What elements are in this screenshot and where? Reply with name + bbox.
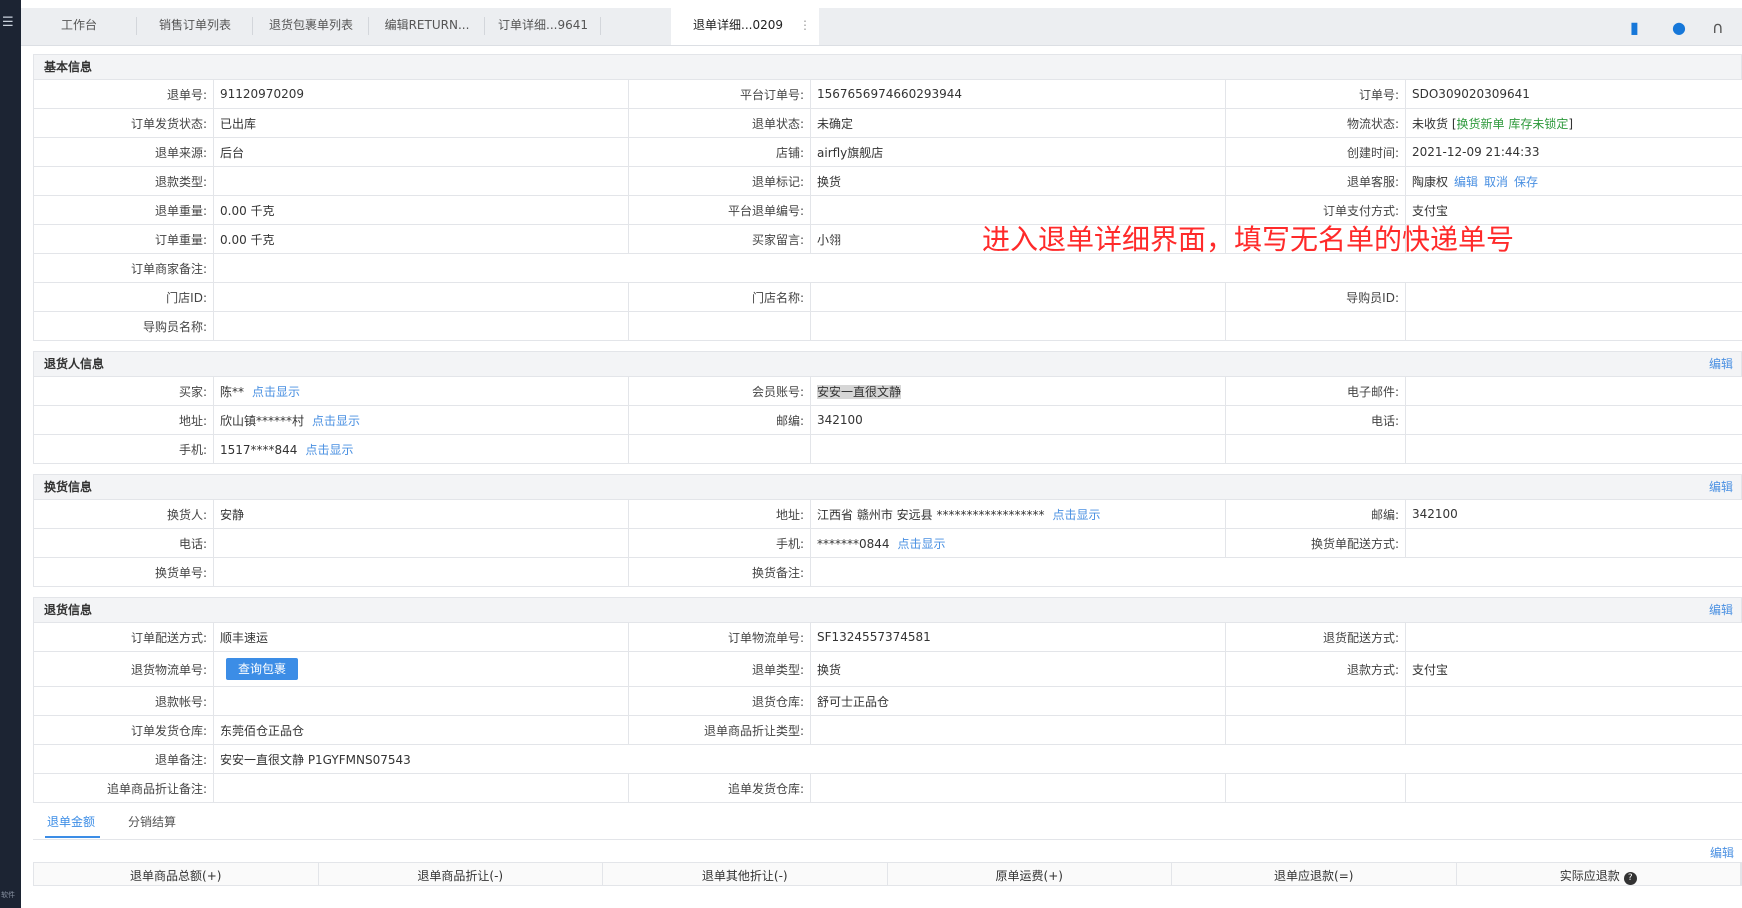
logistics-badge: 换货新单 库存未锁定 (1456, 116, 1569, 131)
sub-tabs: 退单金额 分销结算 (33, 803, 1742, 840)
query-package-button[interactable]: 查询包裹 (226, 658, 299, 680)
section-exchange-info: 换货信息 编辑 (33, 474, 1742, 499)
exchange-mobile-show-link[interactable]: 点击显示 (898, 537, 946, 551)
section-return-info: 退货信息 编辑 (33, 597, 1742, 622)
table-row: 门店ID: 门店名称: 导购员ID: (33, 282, 1742, 312)
returner-info-table: 买家: 陈** 点击显示 会员账号: 安安一直很文静 电子邮件: 地址: 欣山镇*… (33, 376, 1742, 464)
tab-bar: 工作台 销售订单列表 退货包裹单列表 编辑RETURN... 订单详细...96… (21, 8, 1742, 46)
basic-info-table: 退单号: 91120970209 平台订单号: 156765697466029394… (33, 79, 1742, 341)
tab-more-icon[interactable]: ⋮ (799, 8, 811, 42)
help-icon[interactable]: ? (1623, 872, 1637, 885)
table-row: 换货人: 安静 地址: 江西省 赣州市 安远县 *****************… (33, 499, 1742, 529)
tab-order-detail[interactable]: 订单详细...9641 (485, 8, 601, 45)
document-icon[interactable]: ▮ (1630, 18, 1639, 37)
table-row: 电话: 手机: *******0844 点击显示 换货单配送方式: (33, 528, 1742, 558)
table-row: 订单发货状态: 已出库 退单状态: 未确定 物流状态: 未收货 [换货新单 库存未锁… (33, 108, 1742, 138)
exchange-edit-link[interactable]: 编辑 (1709, 475, 1733, 499)
table-row: 买家: 陈** 点击显示 会员账号: 安安一直很文静 电子邮件: (33, 376, 1742, 406)
table-row: 地址: 欣山镇******村 点击显示 邮编: 342100 电话: (33, 405, 1742, 435)
mobile-show-link[interactable]: 点击显示 (305, 443, 353, 457)
table-row: 退款类型: 退单标记: 换货 退单客服: 陶康权 编辑 取消 保存 (33, 166, 1742, 196)
money-edit-link[interactable]: 编辑 (1710, 844, 1734, 861)
table-row: 退款帐号: 退货仓库: 舒可士正品仓 (33, 686, 1742, 716)
tab-return-detail[interactable]: 退单详细...0209 ⋮ (671, 8, 819, 45)
service-cancel-link[interactable]: 取消 (1484, 175, 1508, 189)
headset-icon[interactable]: ∩ (1712, 18, 1724, 37)
member-account: 安安一直很文静 (817, 384, 902, 399)
exchange-info-table: 换货人: 安静 地址: 江西省 赣州市 安远县 *****************… (33, 499, 1742, 587)
return-info-table: 订单配送方式: 顺丰速运 订单物流单号: SF1324557374581 退货配送方… (33, 622, 1742, 803)
table-row: 换货单号: 换货备注: (33, 557, 1742, 587)
annotation-text: 进入退单详细界面，填写无名单的快递单号 (982, 223, 1515, 256)
tab-sales-orders[interactable]: 销售订单列表 (137, 8, 253, 45)
service-edit-link[interactable]: 编辑 (1454, 175, 1478, 189)
service-save-link[interactable]: 保存 (1514, 175, 1538, 189)
table-row: 退单号: 91120970209 平台订单号: 156765697466029394… (33, 79, 1742, 109)
menu-icon[interactable]: ☰ (2, 16, 14, 29)
return-edit-link[interactable]: 编辑 (1709, 598, 1733, 622)
table-row: 追单商品折让备注: 追单发货仓库: (33, 773, 1742, 803)
table-row: 导购员名称: (33, 311, 1742, 341)
left-sidebar: ☰ 软件 (0, 0, 21, 908)
tab-return-packages[interactable]: 退货包裹单列表 (253, 8, 369, 45)
table-row: 退单来源: 后台 店铺: airfly旗舰店 创建时间: 2021-12-09 21:… (33, 137, 1742, 167)
exchange-address-show-link[interactable]: 点击显示 (1052, 508, 1100, 522)
table-row: 退单备注: 安安一直很文静 P1GYFMNS07543 (33, 744, 1742, 774)
address-show-link[interactable]: 点击显示 (312, 414, 360, 428)
tab-workbench[interactable]: 工作台 (21, 8, 137, 45)
buyer-show-link[interactable]: 点击显示 (252, 385, 300, 399)
lightbulb-icon[interactable]: ● (1672, 18, 1686, 37)
table-row: 订单配送方式: 顺丰速运 订单物流单号: SF1324557374581 退货配送方… (33, 622, 1742, 652)
table-row: 退货物流单号: 查询包裹 退单类型: 换货 退款方式: 支付宝 (33, 651, 1742, 687)
table-row: 手机: 1517****844 点击显示 (33, 434, 1742, 464)
tab-edit-return[interactable]: 编辑RETURN... (369, 8, 485, 45)
section-basic-info: 基本信息 (33, 54, 1742, 79)
sidebar-footer: 软件 (1, 891, 15, 899)
returner-edit-link[interactable]: 编辑 (1709, 352, 1733, 376)
section-returner-info: 退货人信息 编辑 (33, 351, 1742, 376)
main-content: 基本信息 退单号: 91120970209 平台订单号: 1567656974660… (33, 54, 1742, 886)
table-row: 订单发货仓库: 东莞佰仓正品仓 退单商品折让类型: (33, 715, 1742, 745)
tab-distribution-settlement[interactable]: 分销结算 (128, 813, 176, 830)
money-table-header: 退单商品总额(+) 退单商品折让(-) 退单其他折让(-) 原单运费(+) 退单… (33, 862, 1742, 886)
tab-return-amount[interactable]: 退单金额 (47, 813, 95, 830)
